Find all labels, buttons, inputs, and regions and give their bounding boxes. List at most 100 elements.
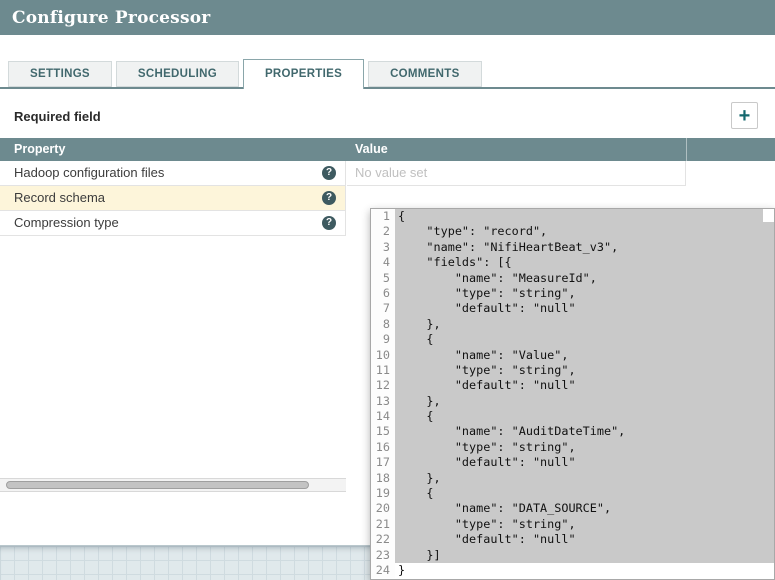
- line-number: 18: [371, 471, 395, 486]
- line-text: },: [395, 317, 774, 332]
- horizontal-scrollbar-thumb[interactable]: [6, 481, 309, 489]
- line-number: 11: [371, 363, 395, 378]
- line-text: },: [395, 394, 774, 409]
- line-text: "default": "null": [395, 301, 774, 316]
- line-text: "default": "null": [395, 455, 774, 470]
- table-row-record-schema[interactable]: Record schema ?: [0, 186, 346, 211]
- tab-settings[interactable]: SETTINGS: [8, 61, 112, 87]
- code-line: 11 "type": "string",: [371, 363, 774, 378]
- line-text: "type": "string",: [395, 363, 774, 378]
- line-text: "name": "AuditDateTime",: [395, 424, 774, 439]
- code-line: 3 "name": "NifiHeartBeat_v3",: [371, 240, 774, 255]
- code-line: 5 "name": "MeasureId",: [371, 271, 774, 286]
- line-text: "name": "Value",: [395, 348, 774, 363]
- table-row-compression-type[interactable]: Compression type ?: [0, 211, 346, 236]
- code-line: 4 "fields": [{: [371, 255, 774, 270]
- line-number: 1: [371, 209, 395, 224]
- property-list: Hadoop configuration files ? Record sche…: [0, 161, 346, 236]
- line-number: 12: [371, 378, 395, 393]
- column-header-property: Property: [14, 138, 65, 161]
- dialog-header: Configure Processor: [0, 0, 775, 35]
- line-text: "default": "null": [395, 532, 774, 547]
- line-number: 22: [371, 532, 395, 547]
- line-text: {: [395, 486, 774, 501]
- line-text: "name": "DATA_SOURCE",: [395, 501, 774, 516]
- line-number: 4: [371, 255, 395, 270]
- line-number: 8: [371, 317, 395, 332]
- line-number: 19: [371, 486, 395, 501]
- code-line: 12 "default": "null": [371, 378, 774, 393]
- record-schema-value-editor[interactable]: 1{2 "type": "record",3 "name": "NifiHear…: [370, 208, 775, 580]
- required-field-label: Required field: [14, 109, 101, 124]
- line-text: },: [395, 471, 774, 486]
- code-line: 14 {: [371, 409, 774, 424]
- code-line: 15 "name": "AuditDateTime",: [371, 424, 774, 439]
- help-icon[interactable]: ?: [322, 216, 336, 230]
- code-lines: 1{2 "type": "record",3 "name": "NifiHear…: [371, 209, 774, 579]
- configure-processor-dialog: Configure Processor SETTINGS SCHEDULING …: [0, 0, 775, 580]
- line-text: "type": "record",: [395, 224, 774, 239]
- code-line: 10 "name": "Value",: [371, 348, 774, 363]
- code-line: 18 },: [371, 471, 774, 486]
- line-text: }: [395, 563, 774, 578]
- add-property-button[interactable]: +: [731, 102, 758, 129]
- line-text: "type": "string",: [395, 517, 774, 532]
- line-number: 10: [371, 348, 395, 363]
- code-line: 20 "name": "DATA_SOURCE",: [371, 501, 774, 516]
- editor-scrollbar-corner: [763, 209, 774, 222]
- help-icon[interactable]: ?: [322, 191, 336, 205]
- line-number: 2: [371, 224, 395, 239]
- property-name: Hadoop configuration files: [14, 161, 164, 185]
- code-line: 24}: [371, 563, 774, 578]
- line-number: 20: [371, 501, 395, 516]
- code-line: 8 },: [371, 317, 774, 332]
- line-text: "type": "string",: [395, 440, 774, 455]
- code-line: 23 }]: [371, 548, 774, 563]
- tab-comments[interactable]: COMMENTS: [368, 61, 481, 87]
- line-text: {: [395, 209, 774, 224]
- code-line: 6 "type": "string",: [371, 286, 774, 301]
- line-number: 15: [371, 424, 395, 439]
- value-cell-hadoop-configuration-files[interactable]: No value set: [347, 161, 686, 186]
- code-line: 22 "default": "null": [371, 532, 774, 547]
- property-name: Compression type: [14, 211, 119, 235]
- tab-scheduling[interactable]: SCHEDULING: [116, 61, 239, 87]
- column-divider: [686, 138, 687, 161]
- tab-properties[interactable]: PROPERTIES: [243, 59, 364, 89]
- line-number: 16: [371, 440, 395, 455]
- line-text: {: [395, 332, 774, 347]
- property-name: Record schema: [14, 186, 105, 210]
- column-header-value: Value: [355, 138, 388, 161]
- dialog-title: Configure Processor: [12, 8, 210, 28]
- code-line: 9 {: [371, 332, 774, 347]
- line-text: }]: [395, 548, 774, 563]
- line-text: "fields": [{: [395, 255, 774, 270]
- help-icon[interactable]: ?: [322, 166, 336, 180]
- line-text: "name": "MeasureId",: [395, 271, 774, 286]
- line-number: 3: [371, 240, 395, 255]
- line-number: 6: [371, 286, 395, 301]
- line-number: 7: [371, 301, 395, 316]
- code-line: 16 "type": "string",: [371, 440, 774, 455]
- line-number: 13: [371, 394, 395, 409]
- code-line: 7 "default": "null": [371, 301, 774, 316]
- line-number: 5: [371, 271, 395, 286]
- horizontal-scrollbar[interactable]: [0, 478, 346, 492]
- code-line: 21 "type": "string",: [371, 517, 774, 532]
- table-row-hadoop-configuration-files[interactable]: Hadoop configuration files ?: [0, 161, 346, 186]
- code-line: 13 },: [371, 394, 774, 409]
- line-text: "name": "NifiHeartBeat_v3",: [395, 240, 774, 255]
- line-number: 24: [371, 563, 395, 578]
- tab-bar: SETTINGS SCHEDULING PROPERTIES COMMENTS: [8, 59, 482, 89]
- code-line: 2 "type": "record",: [371, 224, 774, 239]
- code-line: 17 "default": "null": [371, 455, 774, 470]
- line-number: 21: [371, 517, 395, 532]
- table-header: Property Value: [0, 138, 775, 161]
- line-number: 9: [371, 332, 395, 347]
- line-number: 23: [371, 548, 395, 563]
- code-line: 1{: [371, 209, 774, 224]
- line-text: "type": "string",: [395, 286, 774, 301]
- line-text: {: [395, 409, 774, 424]
- line-number: 14: [371, 409, 395, 424]
- line-text: "default": "null": [395, 378, 774, 393]
